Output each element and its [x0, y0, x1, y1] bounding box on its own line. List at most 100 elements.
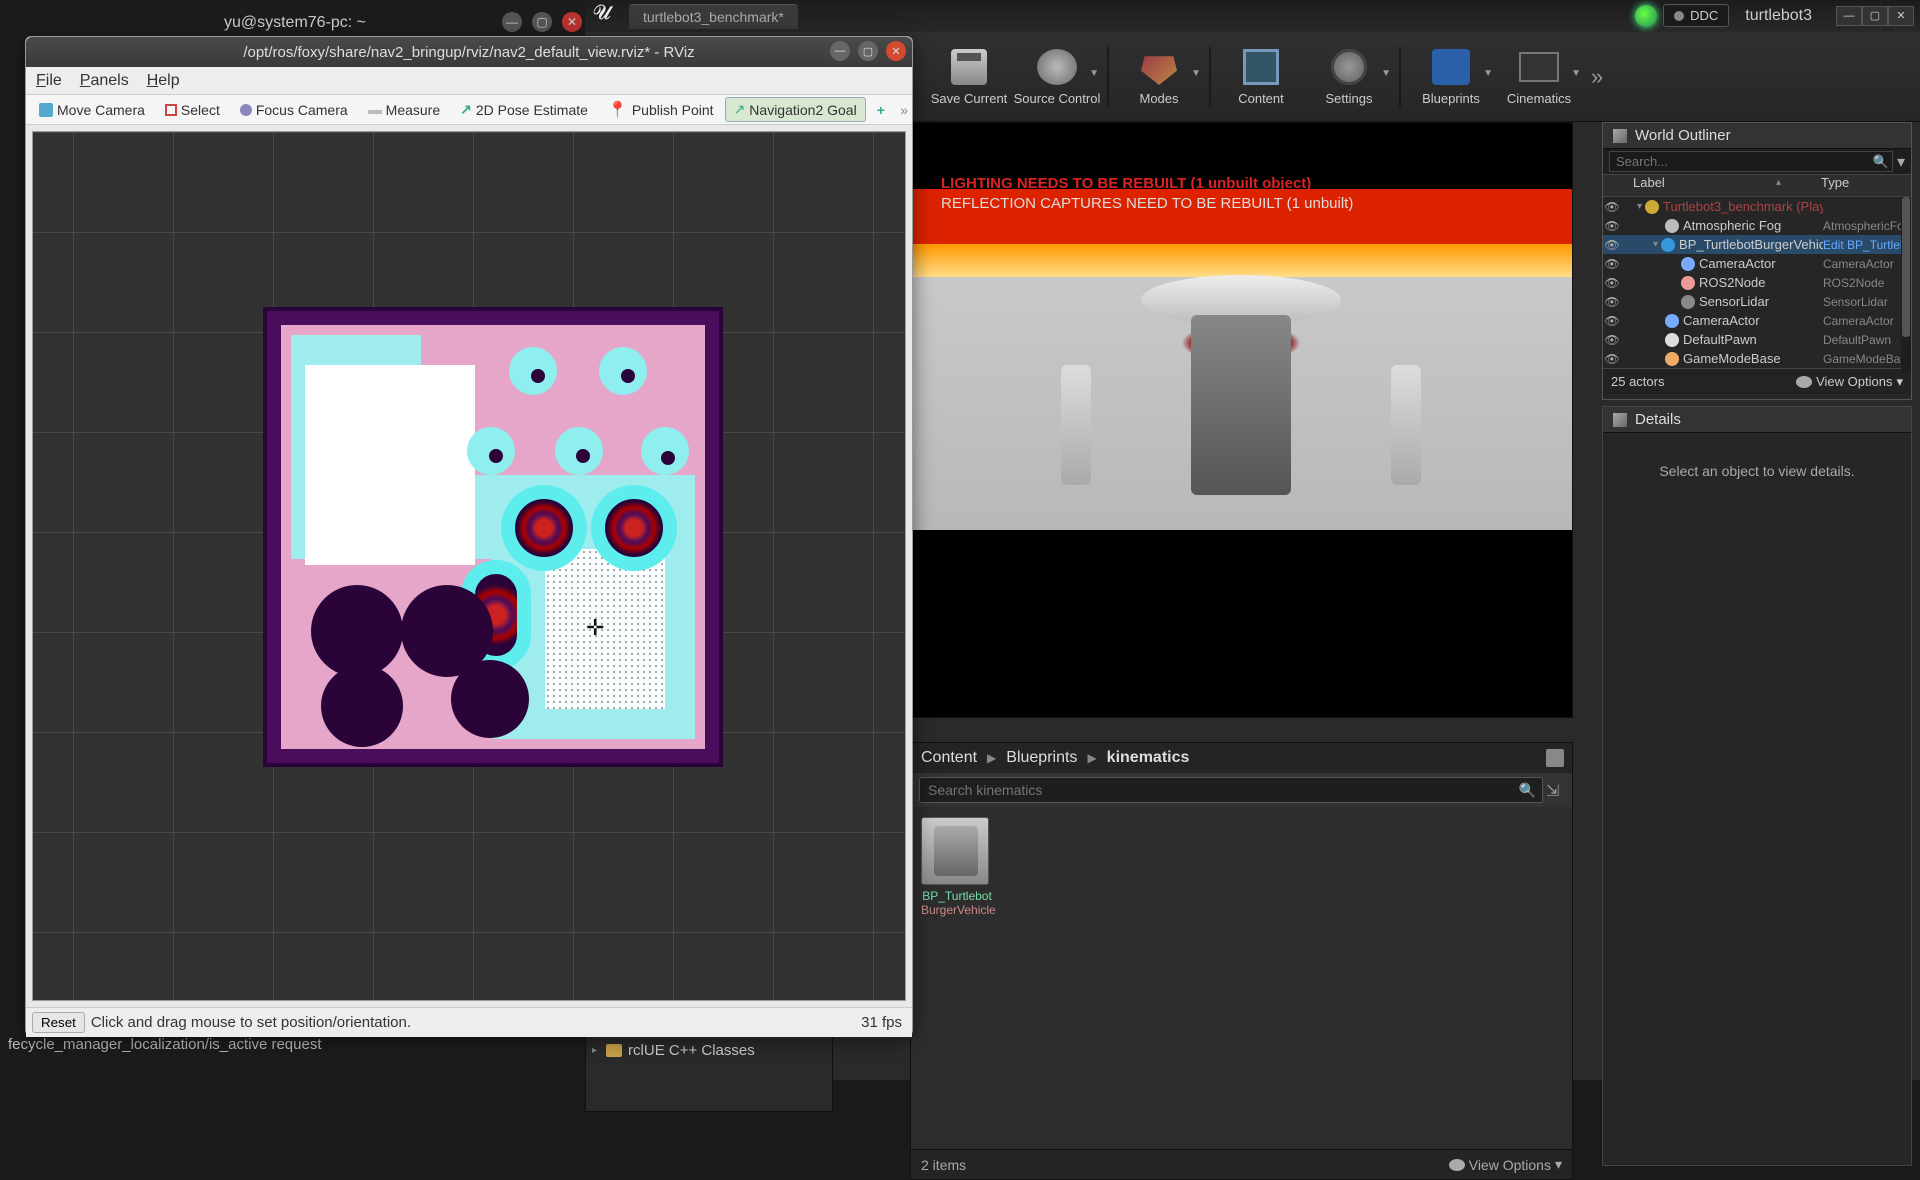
- asset-thumbnail: [921, 817, 989, 885]
- actor-icon: [1661, 238, 1675, 252]
- outliner-row[interactable]: 👁GameModeBaseGameModeBase: [1603, 349, 1911, 368]
- actor-icon: [1681, 257, 1695, 271]
- visibility-icon[interactable]: 👁: [1603, 314, 1621, 328]
- toolbar-overflow-icon[interactable]: »: [1583, 64, 1611, 90]
- reflection-warning: REFLECTION CAPTURES NEED TO BE REBUILT (…: [941, 195, 1353, 212]
- visibility-icon[interactable]: 👁: [1603, 200, 1621, 214]
- select-icon: [165, 104, 177, 116]
- outliner-row[interactable]: 👁▾BP_TurtlebotBurgerVehicleEdit BP_Turtl…: [1603, 235, 1911, 254]
- breadcrumb[interactable]: Content▶ Blueprints▶ kinematics: [911, 743, 1572, 773]
- ddc-button[interactable]: DDC: [1663, 4, 1729, 27]
- move-camera-tool[interactable]: Move Camera: [30, 98, 154, 122]
- cube-icon: [1613, 129, 1627, 143]
- terminal-maximize[interactable]: ▢: [532, 12, 552, 32]
- actor-icon: [1665, 314, 1679, 328]
- save-all-icon[interactable]: [1546, 749, 1564, 767]
- outliner-row[interactable]: 👁ROS2NodeROS2Node: [1603, 273, 1911, 292]
- actor-icon: [1681, 295, 1695, 309]
- select-tool[interactable]: Select: [156, 98, 229, 122]
- costmap-visualization: ✛: [263, 307, 723, 767]
- lighting-warning: LIGHTING NEEDS TO BE REBUILT (1 unbuilt …: [941, 175, 1311, 192]
- outliner-row[interactable]: 👁CameraActorCameraActor: [1603, 254, 1911, 273]
- level-tab[interactable]: turtlebot3_benchmark*: [629, 4, 798, 29]
- rviz-close[interactable]: ✕: [886, 41, 906, 61]
- arrow-icon: ↗: [460, 101, 472, 118]
- modes-button[interactable]: Modes▼: [1115, 38, 1203, 116]
- terminal-minimize[interactable]: —: [502, 12, 522, 32]
- details-panel: Details Select an object to view details…: [1602, 406, 1912, 1166]
- save-current-button[interactable]: Save Current: [925, 38, 1013, 116]
- outliner-row[interactable]: 👁▾Turtlebot3_benchmark (Play World): [1603, 197, 1911, 216]
- filter-icon[interactable]: ⇲: [1546, 781, 1564, 799]
- rviz-window: /opt/ros/foxy/share/nav2_bringup/rviz/na…: [25, 36, 913, 1036]
- measure-tool[interactable]: Measure: [359, 98, 449, 122]
- blueprints-button[interactable]: Blueprints▼: [1407, 38, 1495, 116]
- settings-button[interactable]: Settings▼: [1305, 38, 1393, 116]
- reset-button[interactable]: Reset: [32, 1012, 85, 1033]
- source-control-button[interactable]: Source Control▼: [1013, 38, 1101, 116]
- nav2-goal-tool[interactable]: ↗Navigation2 Goal: [725, 97, 866, 122]
- unreal-logo-icon: 𝓤: [593, 2, 621, 30]
- menu-file[interactable]: File: [36, 72, 62, 90]
- world-outliner: World Outliner 🔍▾ Label▴Type 👁▾Turtlebot…: [1602, 122, 1912, 400]
- focus-camera-tool[interactable]: Focus Camera: [231, 98, 357, 122]
- goal-icon: ↗: [734, 101, 746, 118]
- actor-icon: [1665, 219, 1679, 233]
- ruler-icon: [368, 110, 382, 114]
- content-button[interactable]: Content: [1217, 38, 1305, 116]
- visibility-icon[interactable]: 👁: [1603, 257, 1621, 271]
- visibility-icon[interactable]: 👁: [1603, 352, 1621, 366]
- publish-point-tool[interactable]: 📍Publish Point: [599, 96, 723, 124]
- actor-icon: [1681, 276, 1695, 290]
- search-icon: 🔍: [1873, 154, 1889, 170]
- turtlebot-mesh: [1121, 275, 1361, 555]
- rviz-menubar: File Panels Help: [26, 67, 912, 95]
- rviz-statusbar: Reset Click and drag mouse to set positi…: [26, 1007, 912, 1037]
- visibility-icon[interactable]: 👁: [1603, 333, 1621, 347]
- outliner-view-options[interactable]: View Options ▾: [1796, 374, 1903, 390]
- actor-icon: [1645, 200, 1659, 214]
- outliner-search-input[interactable]: [1609, 151, 1893, 172]
- content-browser: Content▶ Blueprints▶ kinematics 🔍 ⇲ BP_T…: [910, 742, 1573, 1180]
- visibility-icon[interactable]: 👁: [1603, 238, 1621, 252]
- breadcrumb-item[interactable]: kinematics: [1107, 749, 1190, 767]
- rviz-3d-view[interactable]: ✛: [32, 131, 906, 1001]
- outliner-row[interactable]: 👁DefaultPawnDefaultPawn: [1603, 330, 1911, 349]
- breadcrumb-item[interactable]: Content: [921, 749, 977, 767]
- breadcrumb-item[interactable]: Blueprints: [1006, 749, 1077, 767]
- outliner-row[interactable]: 👁Atmospheric FogAtmosphericFog: [1603, 216, 1911, 235]
- ue-close[interactable]: ✕: [1888, 6, 1914, 26]
- outliner-scrollbar[interactable]: [1901, 197, 1911, 373]
- terminal-close[interactable]: ✕: [562, 12, 582, 32]
- add-tool-button[interactable]: +: [868, 98, 894, 122]
- outliner-tab[interactable]: World Outliner: [1603, 123, 1911, 149]
- content-search-input[interactable]: [919, 777, 1543, 803]
- move-icon: [39, 103, 53, 117]
- focus-icon: [240, 104, 252, 116]
- asset-item[interactable]: BP_Turtlebot BurgerVehicle: [921, 817, 993, 917]
- rviz-minimize[interactable]: —: [830, 41, 850, 61]
- visibility-icon[interactable]: 👁: [1603, 276, 1621, 290]
- details-tab[interactable]: Details: [1603, 407, 1911, 433]
- menu-help[interactable]: Help: [147, 72, 180, 90]
- pose-estimate-tool[interactable]: ↗2D Pose Estimate: [451, 97, 597, 122]
- rviz-titlebar[interactable]: /opt/ros/foxy/share/nav2_bringup/rviz/na…: [26, 37, 912, 67]
- compile-status-icon[interactable]: [1635, 5, 1657, 27]
- outliner-options-icon[interactable]: ▾: [1897, 152, 1905, 172]
- toolbar-overflow[interactable]: »: [900, 102, 908, 118]
- view-options-button[interactable]: View Options ▾: [1449, 1156, 1562, 1173]
- actor-icon: [1665, 352, 1679, 366]
- cinematics-button[interactable]: Cinematics▼: [1495, 38, 1583, 116]
- level-viewport[interactable]: LIGHTING NEEDS TO BE REBUILT (1 unbuilt …: [910, 122, 1573, 718]
- ue-maximize[interactable]: ▢: [1862, 6, 1888, 26]
- ue-minimize[interactable]: —: [1836, 6, 1862, 26]
- outliner-row[interactable]: 👁SensorLidarSensorLidar: [1603, 292, 1911, 311]
- item-count: 2 items: [921, 1157, 966, 1173]
- ue-tabbar: 𝓤 turtlebot3_benchmark* DDC turtlebot3 —…: [585, 0, 1920, 32]
- visibility-icon[interactable]: 👁: [1603, 219, 1621, 233]
- visibility-icon[interactable]: 👁: [1603, 295, 1621, 309]
- outliner-row[interactable]: 👁CameraActorCameraActor: [1603, 311, 1911, 330]
- menu-panels[interactable]: Panels: [80, 72, 129, 90]
- status-hint: Click and drag mouse to set position/ori…: [91, 1014, 411, 1031]
- rviz-maximize[interactable]: ▢: [858, 41, 878, 61]
